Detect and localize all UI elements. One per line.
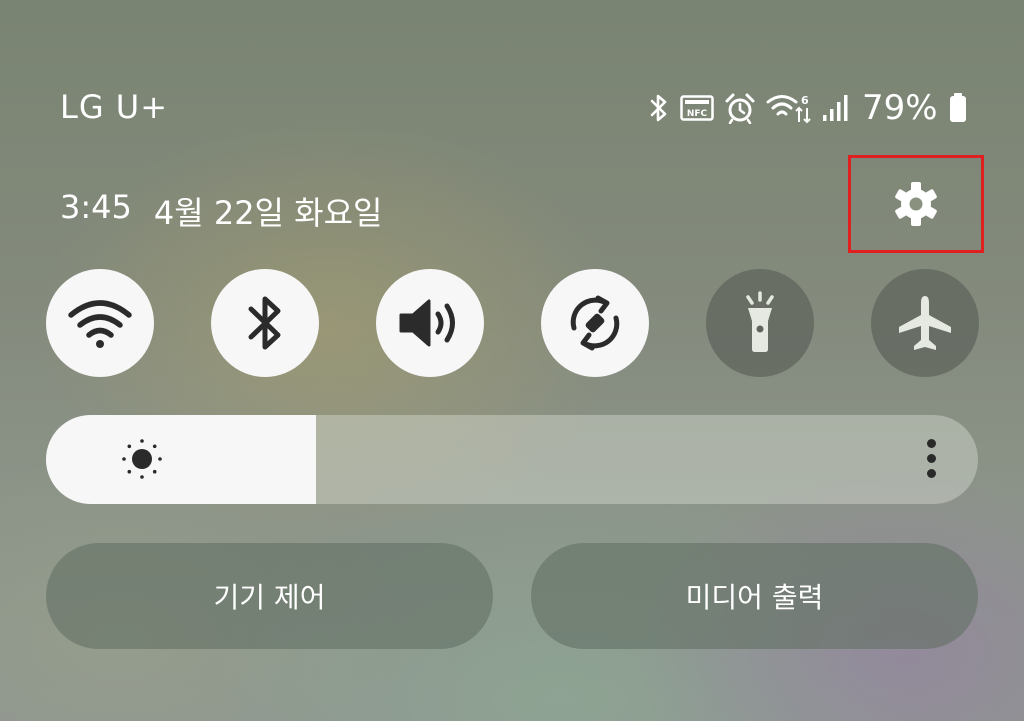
gear-icon xyxy=(895,182,937,226)
svg-text:6: 6 xyxy=(801,94,809,107)
flashlight-icon xyxy=(746,291,774,352)
bluetooth-icon xyxy=(650,94,667,122)
more-vertical-icon-dot xyxy=(926,439,936,448)
airplane-icon xyxy=(899,296,951,350)
clock-time: 3:45 xyxy=(60,188,132,226)
brightness-level-fill xyxy=(46,415,317,504)
alarm-icon xyxy=(725,93,755,124)
battery-percent: 79% xyxy=(862,88,938,128)
device-control-button[interactable]: 기기 제어 xyxy=(46,543,493,649)
more-vertical-icon-dot xyxy=(926,469,936,478)
nfc-icon: NFC xyxy=(680,95,714,121)
signal-icon xyxy=(823,95,848,121)
battery-icon xyxy=(949,93,966,122)
brightness-slider[interactable] xyxy=(46,415,978,504)
media-output-button[interactable]: 미디어 출력 xyxy=(531,543,978,649)
rotate-icon xyxy=(570,295,620,351)
carrier-name: LG U+ xyxy=(60,88,169,126)
wifi-icon xyxy=(68,300,132,348)
svg-text:NFC: NFC xyxy=(687,109,708,119)
sound-toggle[interactable] xyxy=(376,269,484,377)
wifi-6-icon: 6 xyxy=(766,94,811,124)
sun-icon xyxy=(122,439,162,479)
brightness-more-button[interactable] xyxy=(924,439,938,478)
wifi-toggle[interactable] xyxy=(46,269,154,377)
status-icons: NFC 6 79% xyxy=(648,86,968,130)
date-text: 4월 22일 화요일 xyxy=(153,194,383,232)
auto-rotate-toggle[interactable] xyxy=(541,269,649,377)
bluetooth-toggle[interactable] xyxy=(211,269,319,377)
bluetooth-icon xyxy=(248,296,281,350)
date-time: 3:45 4월 22일 화요일 xyxy=(60,188,382,234)
volume-icon xyxy=(399,299,455,347)
more-vertical-icon-dot xyxy=(926,454,936,463)
settings-button[interactable] xyxy=(848,155,984,253)
airplane-mode-toggle[interactable] xyxy=(871,269,979,377)
flashlight-toggle[interactable] xyxy=(706,269,814,377)
